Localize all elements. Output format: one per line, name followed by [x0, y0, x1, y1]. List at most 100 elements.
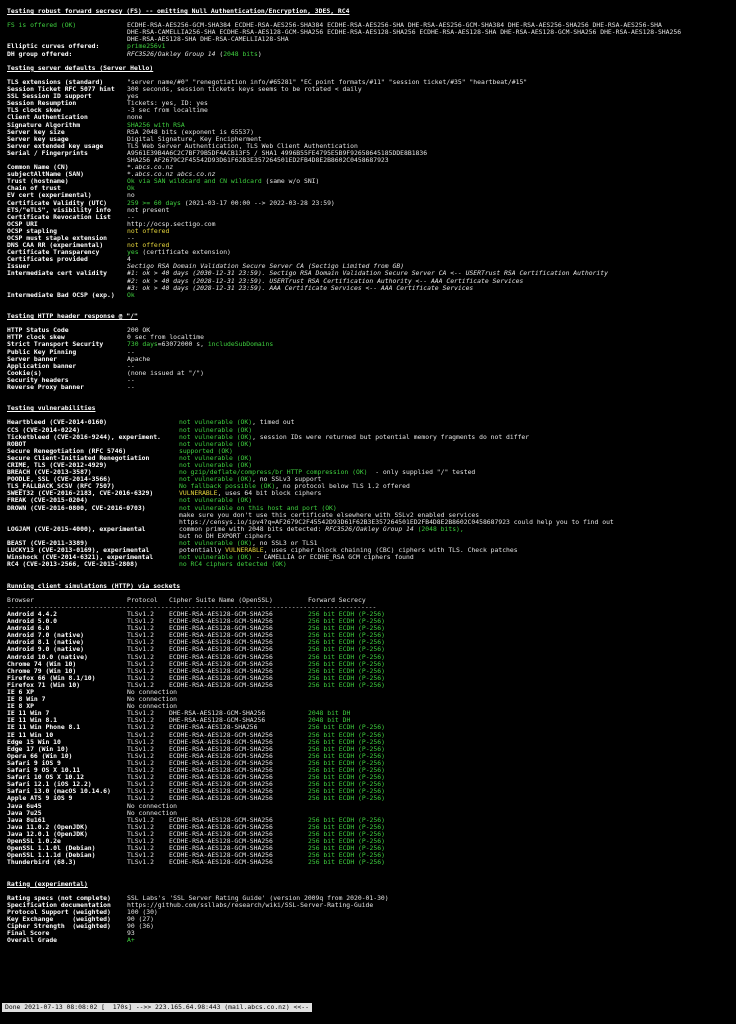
vulns-row: DROWN (CVE-2016-0800, CVE-2016-0703) not … — [7, 505, 733, 512]
value-text: not present — [127, 206, 170, 214]
defaults-row-value: TLS Web Server Authentication, TLS Web C… — [127, 143, 733, 150]
value-text: Digital Signature, Key Encipherment — [127, 135, 262, 143]
vulns-row-value: not vulnerable (OK), session IDs were re… — [179, 434, 733, 441]
value-text: *.abcs.co.nz abcs.co.nz — [127, 171, 216, 179]
defaults-row: Session Ticket RFC 5077 hint 300 seconds,… — [7, 86, 733, 93]
defaults-row-label: OCSP must staple extension — [7, 235, 108, 242]
defaults-row: Certificate Validity (UTC) 259 >= 60 days… — [7, 200, 733, 207]
defaults-row: Certificate Revocation List -- — [7, 214, 733, 221]
defaults-row: OCSP must staple extension -- — [7, 235, 733, 242]
value-tail: , no protocol below TLS 1.2 offered — [275, 483, 410, 491]
http-row: Cookie(s) (none issued at "/") — [7, 370, 733, 377]
value-text: common prime with 2048 bits detected: — [179, 525, 326, 533]
client-fs: 256 bit ECDH (P-256) — [308, 794, 385, 803]
rating-row: Specification documentation https://githu… — [7, 902, 733, 909]
client-cipher: ECDHE-RSA-AES128-GCM-SHA256 — [169, 680, 273, 689]
value-tail: - only supplied "/" tested — [367, 469, 476, 477]
value-text: Ok via SAN wildcard and CN wildcard — [127, 178, 262, 186]
fs-row-label: Elliptic curves offered: — [7, 43, 100, 51]
client-fs — [316, 703, 733, 710]
rating-row-value: 93 — [127, 930, 733, 937]
vulns-row: Secure Client-Initiated Renegotiation not… — [7, 455, 733, 462]
rating-row-label: Specification documentation — [7, 901, 111, 909]
value-tail: RFC3526/Oakley Group 14 — [325, 525, 414, 533]
defaults-row-value: http://ocsp.sectigo.com — [127, 221, 733, 228]
http-row-label: Application banner — [7, 362, 77, 370]
defaults-row-value: none — [127, 114, 733, 121]
value-text: Tickets: yes, ID: yes — [127, 100, 208, 108]
http-row: Application banner -- — [7, 363, 733, 370]
rating-row-label: Final Score — [7, 930, 50, 938]
vulns-row-value: common prime with 2048 bits detected: RF… — [179, 526, 733, 533]
value-tail: 2048 bits — [223, 50, 258, 58]
value-text: 4 — [127, 256, 131, 264]
value-text: none — [127, 114, 143, 122]
table-row: IE 8 XP No connection — [7, 703, 733, 710]
table-row: IE 8 Win 7 No connection — [7, 695, 733, 703]
rating-row: Overall Grade A+ — [7, 937, 733, 944]
defaults-row-label: Common Name (CN) — [7, 164, 69, 172]
vulns-row-label: CRIME, TLS (CVE-2012-4929) — [7, 462, 108, 469]
value-text: not vulnerable (OK) — [179, 454, 253, 462]
rating-row: Cipher Strength (weighted) 90 (36) — [7, 923, 733, 930]
vulns-row-value: supported (OK) — [179, 448, 733, 455]
defaults-row: Server key size RSA 2048 bits (exponent i… — [7, 129, 733, 136]
value-text: -- — [127, 362, 135, 370]
fs-row-value: ECDHE-RSA-AES256-GCM-SHA384 ECDHE-RSA-AE… — [127, 22, 733, 43]
defaults-row-value: not present — [127, 207, 733, 214]
vulns-row: make sure you don't use this certificate… — [7, 512, 733, 526]
value-tail: (certificate extension) — [138, 249, 231, 257]
fs-section-title: Testing robust forward secrecy (FS) -- o… — [7, 8, 350, 15]
http-row-label: Public Key Pinning — [7, 348, 77, 356]
table-row: Thunderbird (68.3) TLSv1.2 ECDHE-RSA-AES12… — [7, 859, 733, 866]
defaults-row-label: Server extended key usage — [7, 142, 104, 150]
vulns-row-label: CCS (CVE-2014-0224) — [7, 426, 81, 434]
value-text: yes — [127, 249, 139, 257]
value-text: -- — [127, 376, 135, 384]
defaults-row: TLS clock skew -3 sec from localtime — [7, 107, 733, 114]
client-fs — [316, 696, 733, 703]
value-text: Apache — [127, 355, 151, 363]
value-tail: (same w/o SNI) — [261, 178, 320, 186]
vulns-row: RC4 (CVE-2013-2566, CVE-2015-2808) no RC4… — [7, 561, 733, 568]
value-text: potentially — [179, 547, 226, 555]
value-text: *.abcs.co.nz — [127, 164, 174, 172]
vulns-row-label: ROBOT — [7, 440, 27, 448]
http-section: HTTP Status Code 200 OK HTTP clock skew 0 s… — [7, 327, 733, 391]
defaults-row: Certificates provided 4 — [7, 256, 733, 263]
defaults-row-label: Client Authentication — [7, 114, 88, 122]
value-text: -- — [127, 383, 135, 391]
rating-row-value: A+ — [127, 937, 733, 944]
client-cipher — [177, 696, 316, 703]
vulns-row-label: POODLE, SSL (CVE-2014-3566) — [7, 476, 111, 484]
http-row: Reverse Proxy banner -- — [7, 384, 733, 391]
value-text: not vulnerable (OK) — [179, 462, 253, 469]
defaults-row-value: not offered — [127, 242, 733, 249]
vulns-row: CCS (CVE-2014-0224) not vulnerable (OK) — [7, 427, 733, 434]
rating-row-label: Protocol Support (weighted) — [7, 908, 111, 916]
vulns-row: BEAST (CVE-2011-3389) not vulnerable (OK)… — [7, 540, 733, 547]
client-fs: 2048 bit DH — [308, 709, 351, 718]
defaults-row: Issuer Sectigo RSA Domain Validation Secu… — [7, 263, 733, 270]
client-cipher — [177, 803, 316, 810]
defaults-row-value: RSA 2048 bits (exponent is 65537) — [127, 129, 733, 136]
defaults-row: TLS extensions (standard) "server name/#0… — [7, 79, 733, 86]
client-fs: 256 bit ECDH (P-256) — [308, 680, 385, 689]
vulns-row-value: not vulnerable (OK), no SSL3 or TLS1 — [179, 540, 733, 547]
table-row: Java 6u45 No connection — [7, 802, 733, 810]
value-text: https://github.com/ssllabs/research/wiki… — [127, 901, 374, 909]
value-text: no RC4 ciphers detected (OK) — [179, 561, 287, 569]
http-row: Security headers -- — [7, 377, 733, 384]
defaults-row: Server extended key usage TLS Web Server … — [7, 143, 733, 150]
rating-section: Rating specs (not complete) SSL Labs's 'S… — [7, 895, 733, 945]
vulns-row-label: Heartbleed (CVE-2014-0160) — [7, 419, 108, 427]
http-row: HTTP Status Code 200 OK — [7, 327, 733, 334]
table-row: IE 11 Win 7 TLSv1.2 DHE-RSA-AES128-GCM-SHA… — [7, 710, 733, 717]
rating-row-value: SSL Labs's 'SSL Server Rating Guide' (ve… — [127, 895, 733, 902]
vulns-row: Winshock (CVE-2014-6321), experimental no… — [7, 554, 733, 561]
defaults-row-label: Certificates provided — [7, 256, 88, 264]
defaults-row-label: TLS clock skew — [7, 107, 61, 115]
defaults-row-label: ETS/"eTLS", visibility info — [7, 206, 111, 214]
defaults-row-label: OCSP stapling — [7, 227, 58, 235]
vulns-row-label — [7, 512, 179, 526]
